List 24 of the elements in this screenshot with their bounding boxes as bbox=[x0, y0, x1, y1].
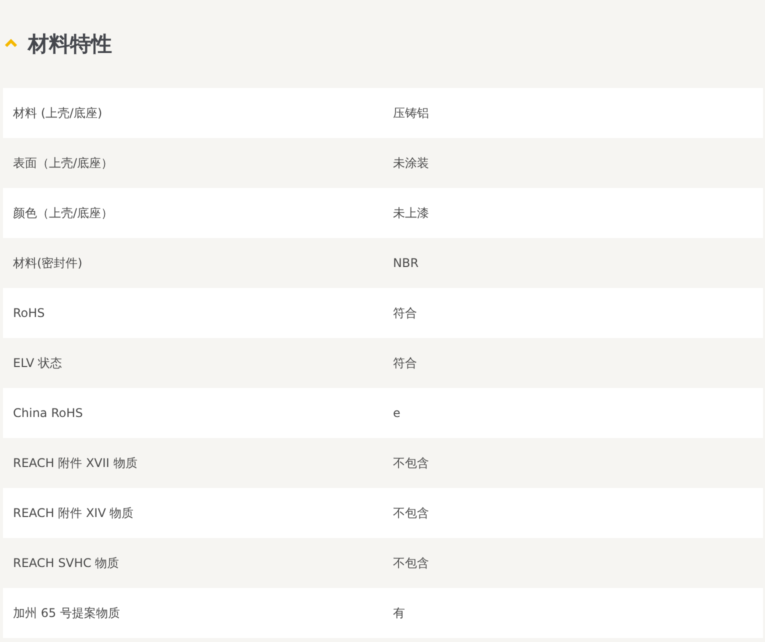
property-label: REACH 附件 XVII 物质 bbox=[12, 454, 138, 472]
property-label: RoHS bbox=[12, 306, 46, 320]
property-label: REACH SVHC 物质 bbox=[12, 554, 120, 572]
property-value: 不包含 bbox=[393, 554, 429, 572]
property-value: 不包含 bbox=[393, 504, 429, 522]
property-value: 未上漆 bbox=[393, 204, 429, 222]
property-label: 材料 (上壳/底座) bbox=[12, 104, 104, 122]
collapse-caret-icon[interactable] bbox=[4, 38, 18, 48]
property-value: 未涂装 bbox=[393, 154, 429, 172]
property-label: REACH 附件 XIV 物质 bbox=[12, 504, 135, 522]
property-label: 表面（上壳/底座） bbox=[12, 154, 114, 172]
property-value: 不包含 bbox=[393, 454, 429, 472]
property-label: 材料(密封件) bbox=[12, 254, 84, 272]
property-value: 符合 bbox=[393, 304, 417, 322]
property-label: China RoHS bbox=[12, 406, 84, 420]
property-value: 符合 bbox=[393, 354, 417, 372]
property-label: 加州 65 号提案物质 bbox=[12, 604, 121, 622]
property-value: 有 bbox=[393, 604, 405, 622]
property-value: NBR bbox=[393, 256, 419, 270]
property-value: e bbox=[393, 406, 400, 420]
section-title: 材料特性 bbox=[28, 31, 112, 58]
property-label: 颜色（上壳/底座） bbox=[12, 204, 114, 222]
property-label: ELV 状态 bbox=[12, 354, 63, 372]
property-value: 压铸铝 bbox=[393, 104, 429, 122]
